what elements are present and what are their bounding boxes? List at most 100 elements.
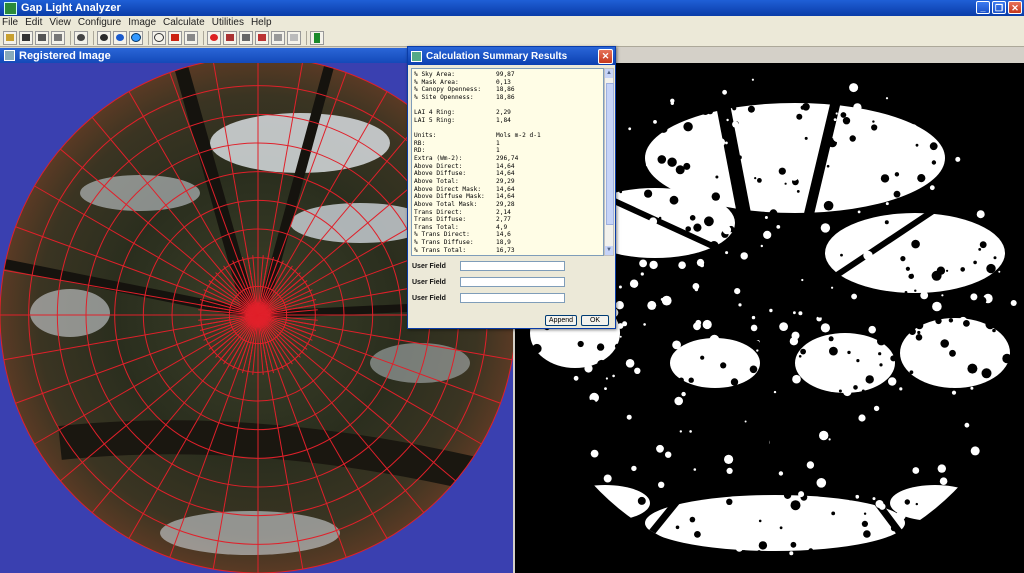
- result-value: 4,9: [496, 223, 508, 231]
- print-icon[interactable]: [35, 30, 49, 45]
- user-field-row: User Field: [412, 293, 565, 303]
- app-title: Gap Light Analyzer: [21, 2, 121, 14]
- orbit-icon[interactable]: [255, 30, 269, 45]
- result-row: % Trans Direct: 14,6: [414, 231, 601, 239]
- result-row: % Site Openness: 18,86: [414, 94, 601, 102]
- result-value: 14,64: [496, 162, 515, 170]
- dialog-title: Calculation Summary Results: [426, 50, 568, 62]
- result-value: Mols m-2 d-1: [496, 132, 541, 140]
- result-value: 1,84: [496, 116, 511, 124]
- result-label: % Site Openness:: [414, 93, 474, 101]
- result-row: % Trans Total: 16,73: [414, 247, 601, 255]
- result-row: [414, 124, 601, 132]
- menu-image[interactable]: Image: [128, 17, 156, 28]
- menu-utilities[interactable]: Utilities: [212, 17, 244, 28]
- result-row: RD: 1: [414, 147, 601, 155]
- menu-edit[interactable]: Edit: [25, 17, 42, 28]
- text-icon[interactable]: [287, 30, 301, 45]
- registered-image-title: Registered Image: [19, 49, 111, 62]
- angle-icon[interactable]: [271, 30, 285, 45]
- result-value: 2,77: [496, 216, 511, 224]
- scroll-down-arrow-icon[interactable]: ▼: [605, 246, 613, 255]
- mask-icon[interactable]: [184, 30, 198, 45]
- menu-configure[interactable]: Configure: [78, 17, 121, 28]
- scroll-up-arrow-icon[interactable]: ▲: [605, 69, 613, 78]
- result-value: 29,29: [496, 177, 515, 185]
- dialog-close-button[interactable]: ✕: [598, 49, 613, 64]
- result-value: 296,74: [496, 155, 519, 163]
- ok-button[interactable]: OK: [581, 315, 609, 326]
- blue-circle-icon[interactable]: [129, 30, 143, 45]
- result-label: Above Total Mask:: [414, 200, 478, 208]
- close-button[interactable]: ✕: [1008, 1, 1022, 14]
- exit-icon[interactable]: [310, 30, 324, 45]
- result-label: % Sky Area:: [414, 71, 455, 78]
- result-label: RB:: [414, 139, 426, 147]
- report-icon[interactable]: [239, 30, 253, 45]
- result-row: [414, 102, 601, 110]
- append-button[interactable]: Append: [545, 315, 577, 326]
- result-label: Above Total:: [414, 177, 459, 185]
- result-value: 18,9: [496, 239, 511, 247]
- dialog-titlebar[interactable]: Calculation Summary Results ✕: [408, 47, 615, 65]
- result-value: [496, 124, 556, 132]
- result-label: [414, 124, 496, 132]
- result-label: % Canopy Openness:: [414, 86, 482, 94]
- zoom-icon[interactable]: [152, 30, 166, 45]
- result-label: Units:: [414, 132, 437, 140]
- result-value: 16,73: [496, 246, 515, 254]
- minimize-button[interactable]: _: [976, 1, 990, 14]
- open-icon[interactable]: [3, 30, 17, 45]
- result-label: Extra (Wm-2):: [414, 155, 463, 163]
- result-row: % Canopy Openness: 18,86: [414, 86, 601, 94]
- result-value: 14,6: [496, 231, 511, 239]
- result-label: % Trans Direct:: [414, 231, 470, 239]
- menu-calculate[interactable]: Calculate: [163, 17, 205, 28]
- user-field-input[interactable]: [460, 261, 565, 271]
- scroll-thumb[interactable]: [606, 83, 614, 225]
- result-label: [414, 102, 496, 110]
- save-icon[interactable]: [19, 30, 33, 45]
- register-icon[interactable]: [97, 30, 111, 45]
- toolbar-separator: [70, 30, 71, 45]
- toolbar-separator: [306, 30, 307, 45]
- result-value: 0,13: [496, 78, 511, 86]
- result-label: Trans Total:: [414, 223, 459, 231]
- result-row: Above Diffuse: 14,64: [414, 170, 601, 178]
- result-value: 99,87: [496, 71, 515, 78]
- result-value: [496, 102, 556, 110]
- undo-icon[interactable]: [74, 30, 88, 45]
- user-field-input[interactable]: [460, 293, 565, 303]
- user-field-input[interactable]: [460, 277, 565, 287]
- results-text-box[interactable]: % Sky Area: 99,87% Mask Area: 0,13% Canopy…: [411, 68, 604, 256]
- menu-file[interactable]: File: [2, 17, 18, 28]
- result-value: 1: [496, 147, 500, 155]
- maximize-button[interactable]: ❐: [992, 1, 1006, 14]
- threshold-icon[interactable]: [113, 30, 127, 45]
- result-label: Trans Diffuse:: [414, 216, 467, 224]
- results-scrollbar[interactable]: ▲ ▼: [604, 68, 614, 256]
- result-row: % Trans Diffuse: 18,9: [414, 239, 601, 247]
- user-field-label: User Field: [412, 278, 446, 286]
- result-label: RD:: [414, 147, 426, 155]
- result-label: % Trans Total:: [414, 246, 467, 254]
- grid-icon[interactable]: [207, 30, 221, 45]
- result-label: % Mask Area:: [414, 78, 459, 86]
- result-value: 29,28: [496, 200, 515, 208]
- dialog-icon: [411, 50, 422, 62]
- copy-icon[interactable]: [51, 30, 65, 45]
- calculation-summary-dialog: Calculation Summary Results ✕ % Sky Area…: [407, 46, 616, 329]
- result-label: Trans Direct:: [414, 208, 463, 216]
- menu-bar: File Edit View Configure Image Calculate…: [0, 16, 1024, 29]
- sky-region-icon[interactable]: [168, 30, 182, 45]
- result-row: Above Total Mask: 29,28: [414, 201, 601, 209]
- menu-view[interactable]: View: [49, 17, 71, 28]
- app-titlebar[interactable]: Gap Light Analyzer _ ❐ ✕: [0, 0, 1024, 16]
- toolbar-separator: [203, 30, 204, 45]
- window-icon: [4, 50, 15, 61]
- result-value: 2,14: [496, 208, 511, 216]
- result-row: Above Total: 29,29: [414, 178, 601, 186]
- calculate-icon[interactable]: [223, 30, 237, 45]
- menu-help[interactable]: Help: [251, 17, 272, 28]
- result-row: RB: 1: [414, 140, 601, 148]
